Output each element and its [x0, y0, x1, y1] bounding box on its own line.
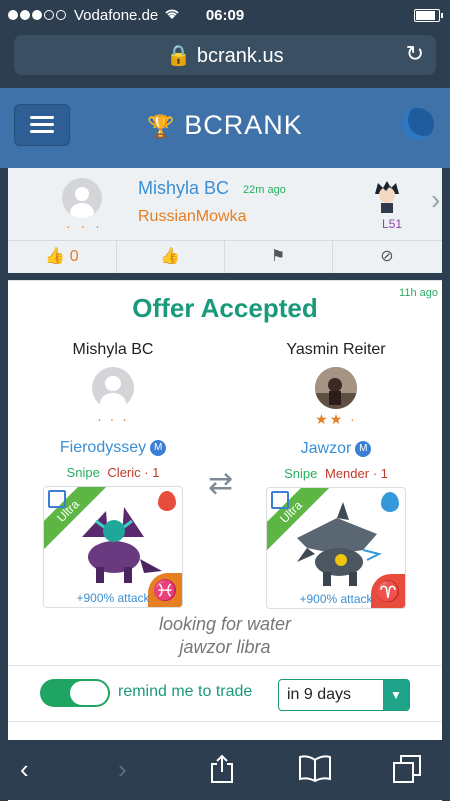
thumbs-up-icon: 👍: [160, 248, 180, 265]
divider: [8, 721, 442, 722]
chevron-right-icon[interactable]: ›: [431, 184, 440, 216]
class-label: Mender · 1: [325, 466, 388, 481]
site-header: 🏆 BCRANK: [0, 88, 450, 168]
address-bar[interactable]: 🔒 bcrank.us ↻: [14, 35, 436, 75]
role-label: Snipe: [66, 465, 100, 480]
timestamp: 22m ago: [243, 184, 286, 196]
monster-card[interactable]: Ultra ♓ +900% attack: [43, 486, 183, 608]
trader-name[interactable]: Yasmin Reiter: [236, 341, 436, 359]
share-icon[interactable]: [208, 754, 236, 791]
avatar[interactable]: [315, 367, 357, 409]
m-badge-icon: M: [355, 440, 372, 457]
divider: [8, 665, 442, 666]
monster-name-link[interactable]: Jawzor: [301, 440, 352, 457]
back-icon[interactable]: ‹: [20, 754, 29, 785]
reload-icon[interactable]: ↻: [406, 41, 424, 67]
avatar[interactable]: [62, 178, 102, 218]
forward-icon[interactable]: ›: [118, 754, 127, 785]
remind-toggle[interactable]: [40, 679, 110, 707]
globe-icon[interactable]: [402, 108, 434, 140]
block-button[interactable]: ⊘: [332, 241, 442, 273]
clock: 06:09: [205, 7, 245, 24]
bookmarks-icon[interactable]: [298, 754, 332, 789]
swap-arrows-icon: ⇄: [208, 467, 234, 500]
offer-left-party: Mishyla BC · · · Fierodyssey M Snipe Cler…: [13, 341, 213, 608]
post-header: · · · Mishyla BC 22m ago RussianMowka L5…: [8, 168, 442, 273]
rating-dots: · · ·: [66, 218, 103, 234]
remind-days-select[interactable]: in 9 days ▼: [278, 679, 410, 711]
trader-name[interactable]: Mishyla BC: [13, 341, 213, 359]
site-logo[interactable]: 🏆 BCRANK: [0, 110, 450, 141]
battery-icon: [414, 9, 443, 22]
like-button[interactable]: 👍: [116, 241, 225, 273]
like-count-button[interactable]: 👍 0: [8, 241, 117, 273]
role-label: Snipe: [284, 466, 318, 481]
attack-bonus: +900% attack: [76, 591, 150, 605]
offer-timestamp: 11h ago: [399, 287, 438, 299]
offer-comment: looking for water jawzor libra: [158, 614, 292, 657]
rating-stars: ★★ ·: [315, 411, 357, 427]
offer-title: Offer Accepted: [132, 293, 318, 323]
avatar[interactable]: [92, 367, 134, 409]
chevron-down-icon: ▼: [383, 680, 409, 710]
offer-right-party: Yasmin Reiter ★★ · Jawzor M Snipe Mender …: [236, 341, 436, 609]
attack-bonus: +900% attack: [299, 592, 373, 606]
username-link[interactable]: Mishyla BC: [138, 178, 229, 199]
browser-toolbar: ‹ ›: [0, 740, 450, 800]
class-label: Cleric · 1: [107, 465, 160, 480]
status-bar: Vodafone.de 06:09: [0, 0, 450, 34]
offer-card: Offer Accepted 11h ago Mishyla BC · · · …: [8, 280, 442, 801]
action-bar: 👍 0 👍 ⚑ ⊘: [8, 240, 442, 273]
thumbs-up-icon: 👍: [45, 248, 66, 265]
level-badge: L51: [382, 217, 403, 231]
report-button[interactable]: ⚑: [224, 241, 333, 273]
tabs-icon[interactable]: [392, 754, 422, 791]
remind-label: remind me to trade: [118, 683, 253, 700]
block-icon: ⊘: [380, 248, 394, 265]
character-avatar: [372, 180, 402, 214]
rating-dots: · · ·: [97, 411, 129, 427]
url-text: bcrank.us: [196, 45, 284, 67]
flag-icon: ⚑: [270, 248, 286, 265]
lock-icon: 🔒: [166, 45, 192, 67]
m-badge-icon: M: [150, 439, 167, 456]
monster-card[interactable]: Ultra ♈ +900% attack: [266, 487, 406, 609]
monster-name-link[interactable]: Fierodyssey: [60, 439, 146, 456]
trophy-icon: 🏆: [147, 114, 176, 139]
owner-monster-link[interactable]: RussianMowka: [138, 208, 246, 226]
